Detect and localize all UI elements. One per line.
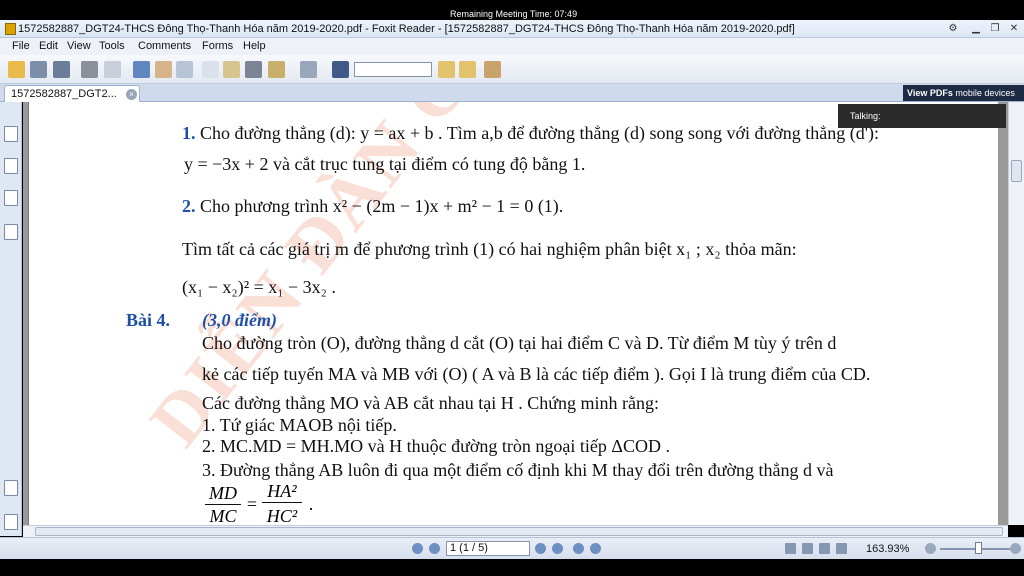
find-previous-icon[interactable] (438, 61, 455, 78)
signatures-icon[interactable] (4, 514, 18, 530)
fraction-2-numerator: HA² (262, 481, 302, 503)
hand-tool-icon[interactable] (155, 61, 172, 78)
document-tab[interactable]: 1572582887_DGT2... × (4, 85, 140, 102)
toolbar (0, 55, 1024, 84)
menu-help[interactable]: Help (243, 40, 266, 52)
select-pointer-icon[interactable] (202, 61, 219, 78)
minimize-button[interactable]: ▁ (966, 22, 986, 36)
title-bar: 1572582887_DGT24-THCS Đông Thọ-Thanh Hóa… (0, 20, 1024, 38)
bookmarks-icon[interactable] (4, 126, 18, 142)
q1-text-2: y = −3x + 2 và cắt trục tung tại điểm có… (184, 154, 586, 174)
find-icon[interactable] (332, 61, 349, 78)
continuous-icon[interactable] (802, 543, 813, 554)
last-page-icon[interactable] (552, 543, 563, 554)
restore-button[interactable]: ❐ (985, 22, 1005, 36)
continuous-facing-icon[interactable] (836, 543, 847, 554)
fraction-1-denominator: MC (209, 506, 237, 525)
go-forward-icon[interactable] (590, 543, 601, 554)
vertical-scrollbar[interactable] (1008, 102, 1024, 525)
horizontal-scroll-thumb[interactable] (35, 527, 1003, 536)
meeting-bar: Remaining Meeting Time: 07:49 (0, 0, 1024, 20)
window-title: 1572582887_DGT24-THCS Đông Thọ-Thanh Hóa… (18, 23, 795, 35)
attachments-icon[interactable] (4, 480, 18, 496)
search-options-icon[interactable] (484, 61, 501, 78)
fraction-equals: = (246, 494, 258, 514)
first-page-icon[interactable] (412, 543, 423, 554)
menu-tools[interactable]: Tools (99, 40, 125, 52)
b4-text-1: Cho đường tròn (O), đường thẳng d cắt (O… (202, 333, 837, 353)
promo-light: mobile devices (952, 88, 1015, 98)
bai4-points: (3,0 điểm) (202, 310, 277, 330)
menu-edit[interactable]: Edit (39, 40, 58, 52)
typewriter-icon[interactable] (300, 61, 317, 78)
zoom-level[interactable]: 163.93% (866, 543, 909, 555)
zoom-in-icon[interactable] (1010, 543, 1021, 554)
settings-icon[interactable]: ⚙ (943, 22, 963, 36)
q2-text-3: (x₁ − x₂)² = x₁ − 3x₂ . (182, 277, 336, 297)
b4-text-3: Các đường thẳng MO và AB cắt nhau tại H … (202, 393, 659, 413)
note-icon[interactable] (223, 61, 240, 78)
menu-comments[interactable]: Comments (138, 40, 191, 52)
save-icon[interactable] (30, 61, 47, 78)
email-icon[interactable] (104, 61, 121, 78)
document-tab-label: 1572582887_DGT2... (11, 88, 117, 100)
select-text-icon[interactable] (176, 61, 193, 78)
fraction-1-numerator: MD (205, 483, 241, 505)
pages-icon[interactable] (4, 158, 18, 174)
previous-page-icon[interactable] (429, 543, 440, 554)
meeting-time: Remaining Meeting Time: 07:49 (450, 9, 578, 19)
close-button[interactable]: ✕ (1004, 22, 1024, 36)
fraction-2-denominator: HC² (266, 506, 298, 525)
facing-icon[interactable] (819, 543, 830, 554)
zoom-out-icon[interactable] (925, 543, 936, 554)
q2-number: 2. (182, 196, 196, 216)
bai4-label: Bài 4. (126, 310, 171, 330)
open-icon[interactable] (8, 61, 25, 78)
page-number-field[interactable]: 1 (1 / 5) (446, 541, 530, 556)
q1-number: 1. (182, 123, 196, 143)
vertical-scroll-thumb[interactable] (1011, 160, 1022, 182)
single-page-icon[interactable] (785, 543, 796, 554)
find-next-icon[interactable] (459, 61, 476, 78)
b4-text-2: kẻ các tiếp tuyến MA và MB với (O) ( A v… (202, 364, 871, 384)
b4-item-2: 2. MC.MD = MH.MO và H thuộc đường tròn n… (202, 436, 670, 456)
menu-forms[interactable]: Forms (202, 40, 233, 52)
view-pdfs-promo[interactable]: View PDFs mobile devices (903, 85, 1024, 101)
screen-bottom-bar (0, 559, 1024, 576)
tab-close-icon[interactable]: × (126, 89, 137, 100)
tab-bar: 1572582887_DGT2... × (0, 84, 1024, 102)
menu-bar: File Edit View Tools Comments Forms Help (0, 38, 1024, 55)
menu-view[interactable]: View (67, 40, 91, 52)
document-view[interactable]: DIỄN ĐÀN GIÁO 1. Cho đường thẳng (d): y … (23, 102, 1008, 525)
q1-text: Cho đường thẳng (d): y = ax + b . Tìm a,… (200, 123, 879, 143)
stamp-icon[interactable] (268, 61, 285, 78)
horizontal-scrollbar[interactable] (23, 525, 1008, 537)
snapshot-icon[interactable] (245, 61, 262, 78)
fullscreen-icon[interactable] (133, 61, 150, 78)
pdf-page: DIỄN ĐÀN GIÁO 1. Cho đường thẳng (d): y … (28, 102, 998, 525)
print-icon[interactable] (81, 61, 98, 78)
b4-item-3: 3. Đường thẳng AB luôn đi qua một điểm c… (202, 460, 834, 480)
navigation-panel (0, 102, 22, 536)
app-icon (5, 23, 16, 35)
next-page-icon[interactable] (535, 543, 546, 554)
zoom-slider-handle[interactable] (975, 542, 982, 554)
find-input[interactable] (354, 62, 432, 77)
menu-file[interactable]: File (12, 40, 30, 52)
go-back-icon[interactable] (573, 543, 584, 554)
save-as-icon[interactable] (53, 61, 70, 78)
q2-text: Cho phương trình x² − (2m − 1)x + m² − 1… (200, 196, 564, 216)
layers-icon[interactable] (4, 190, 18, 206)
talking-indicator: Talking: (838, 104, 1006, 128)
b4-item-1: 1. Tứ giác MAOB nội tiếp. (202, 415, 397, 435)
promo-bold: View PDFs (907, 88, 953, 98)
comments-panel-icon[interactable] (4, 224, 18, 240)
fraction-period: . (308, 494, 314, 514)
q2-text-2: Tìm tất cả các giá trị m để phương trình… (182, 239, 797, 259)
status-bar: 1 (1 / 5) 163.93% (0, 537, 1024, 559)
